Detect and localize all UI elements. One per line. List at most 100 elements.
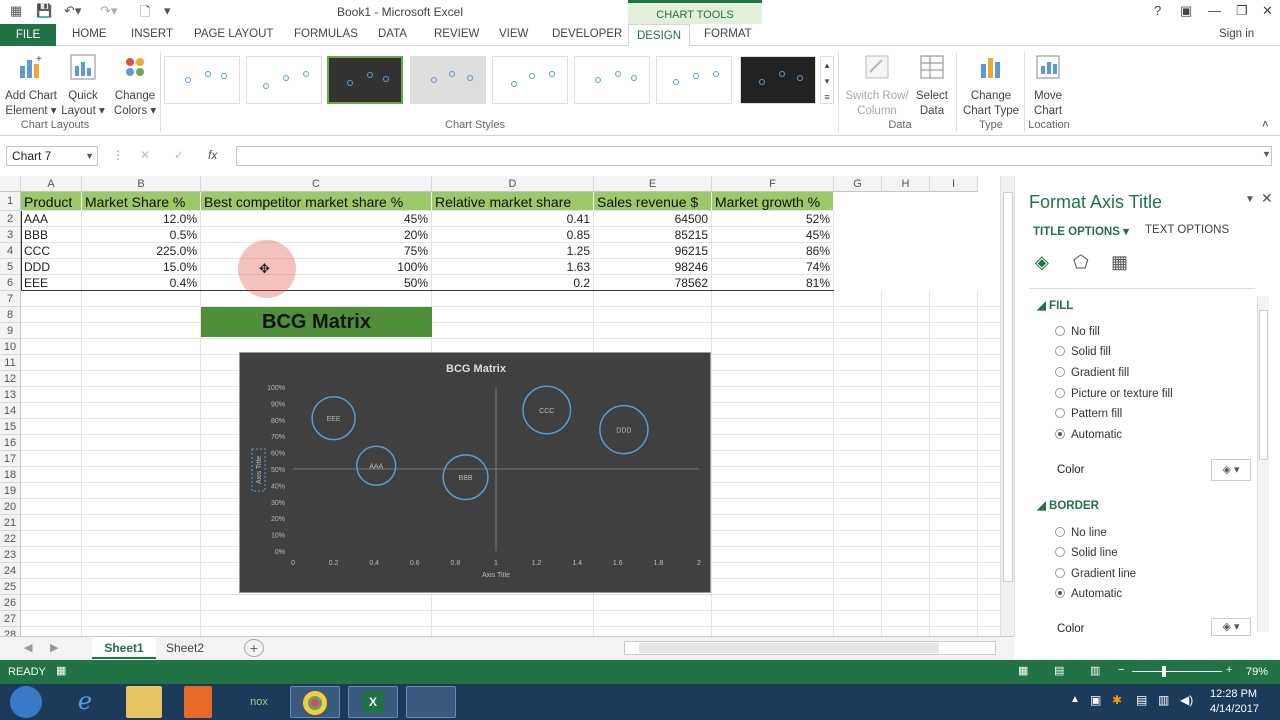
table-cell[interactable]: 45% <box>712 227 834 243</box>
table-cell[interactable]: 86% <box>712 243 834 259</box>
cancel-icon[interactable]: ✕ <box>140 148 150 162</box>
table-cell[interactable]: 0.85 <box>432 227 594 243</box>
row-header[interactable]: 20 <box>0 499 21 515</box>
table-cell[interactable]: CCC <box>21 243 82 259</box>
x-tick-label[interactable]: 0 <box>291 560 295 567</box>
y-tick-label[interactable]: 90% <box>271 401 285 408</box>
bubble-label[interactable]: CCC <box>539 408 554 415</box>
row-header[interactable]: 26 <box>0 595 21 611</box>
add-sheet-button[interactable]: + <box>244 639 264 657</box>
table-cell[interactable]: 225.0% <box>82 243 201 259</box>
radio-gradient-fill[interactable]: Gradient fill <box>1055 367 1129 379</box>
table-cell[interactable]: 0.5% <box>82 227 201 243</box>
table-cell[interactable]: 74% <box>712 259 834 275</box>
table-cell[interactable]: 12.0% <box>82 211 201 227</box>
radio-automatic-fill[interactable]: Automatic <box>1055 429 1122 441</box>
x-tick-label[interactable]: 0.4 <box>369 560 379 567</box>
nox-icon[interactable]: nox <box>234 686 284 718</box>
x-tick-label[interactable]: 0.6 <box>410 560 420 567</box>
worksheet-grid[interactable]: ABCDEFGHI 1 2 3 4 5 6 7 8 9 10 11 12 13 14 15 16 17 18 19 2… <box>0 176 1000 636</box>
tab-design[interactable]: DESIGN <box>628 24 690 47</box>
border-color-picker[interactable]: ◈ ▾ <box>1211 618 1251 636</box>
row-header[interactable]: 17 <box>0 451 21 467</box>
x-tick-label[interactable]: 1.4 <box>572 560 582 567</box>
fill-line-icon[interactable]: ◈ <box>1035 252 1049 273</box>
row-header[interactable]: 4 <box>0 243 21 259</box>
tab-title-options[interactable]: TITLE OPTIONS ▾ <box>1033 224 1129 238</box>
x-axis-title[interactable]: Axis Title <box>482 572 510 579</box>
table-cell[interactable]: 98246 <box>594 259 712 275</box>
taskbar-time[interactable]: 12:28 PM <box>1210 688 1257 700</box>
border-section-header[interactable]: ◢ BORDER <box>1037 498 1099 512</box>
column-header[interactable]: B <box>82 176 201 192</box>
y-tick-label[interactable]: 50% <box>271 467 285 474</box>
y-tick-label[interactable]: 70% <box>271 434 285 441</box>
x-tick-label[interactable]: 1 <box>494 560 498 567</box>
table-cell[interactable]: 75% <box>201 243 432 259</box>
chrome-icon[interactable] <box>290 686 340 718</box>
tab-insert[interactable]: INSERT <box>131 28 173 40</box>
normal-view-icon[interactable]: ▦ <box>1018 664 1028 677</box>
add-chart-element-button[interactable]: + Add Chart Element ▾ <box>4 52 58 119</box>
column-header[interactable]: C <box>201 176 432 192</box>
row-header[interactable]: 11 <box>0 355 21 371</box>
row-header[interactable]: 19 <box>0 483 21 499</box>
macro-record-icon[interactable]: ▦ <box>56 664 66 677</box>
enter-icon[interactable]: ✓ <box>174 148 184 162</box>
radio-automatic-line[interactable]: Automatic <box>1055 588 1122 600</box>
fill-section-header[interactable]: ◢ FILL <box>1037 298 1073 312</box>
y-tick-label[interactable]: 10% <box>271 533 285 540</box>
x-tick-label[interactable]: 1.6 <box>613 560 623 567</box>
internet-explorer-icon[interactable]: ℯ <box>60 686 110 718</box>
y-tick-label[interactable]: 100% <box>267 385 285 392</box>
zoom-slider-thumb[interactable] <box>1162 666 1166 677</box>
table-cell[interactable]: 1.25 <box>432 243 594 259</box>
tray-app-icon[interactable]: ▣ <box>1090 693 1101 707</box>
network-icon[interactable]: ▥ <box>1158 693 1169 707</box>
row-header[interactable]: 14 <box>0 403 21 419</box>
horizontal-scrollbar[interactable] <box>624 641 996 655</box>
chart-style-4[interactable] <box>410 56 486 104</box>
table-cell[interactable]: EEE <box>21 275 82 291</box>
tab-review[interactable]: REVIEW <box>434 28 479 40</box>
tab-page-layout[interactable]: PAGE LAYOUT <box>194 28 273 40</box>
bubble-label[interactable]: AAA <box>369 464 383 471</box>
restore-button[interactable]: ❐ <box>1236 3 1248 19</box>
row-header[interactable]: 8 <box>0 307 21 323</box>
radio-gradient-line[interactable]: Gradient line <box>1055 568 1136 580</box>
radio-no-fill[interactable]: No fill <box>1055 326 1100 338</box>
select-all-corner[interactable] <box>0 176 21 192</box>
minimize-button[interactable]: — <box>1208 3 1221 18</box>
row-header[interactable]: 23 <box>0 547 21 563</box>
tab-format[interactable]: FORMAT <box>704 28 752 40</box>
row-header[interactable]: 9 <box>0 323 21 339</box>
pane-options-chevron-icon[interactable]: ▼ <box>1245 194 1255 205</box>
ribbon-display-icon[interactable]: ▣ <box>1180 3 1192 19</box>
tab-data[interactable]: DATA <box>378 28 407 40</box>
table-cell[interactable]: 0.2 <box>432 275 594 291</box>
row-header[interactable]: 22 <box>0 531 21 547</box>
table-cell[interactable]: 52% <box>712 211 834 227</box>
table-cell[interactable]: 85215 <box>594 227 712 243</box>
bcg-matrix-banner[interactable]: BCG Matrix <box>201 307 432 337</box>
close-button[interactable]: ✕ <box>1262 3 1273 19</box>
h-scroll-thumb[interactable] <box>639 643 939 653</box>
insert-function-button[interactable]: fx <box>208 148 217 162</box>
file-explorer-icon[interactable] <box>126 686 162 718</box>
table-cell[interactable]: 100% <box>201 259 432 275</box>
y-axis-title[interactable]: Axis Title <box>256 456 263 484</box>
row-header[interactable]: 3 <box>0 227 21 243</box>
table-cell[interactable]: BBB <box>21 227 82 243</box>
sign-in-link[interactable]: Sign in <box>1219 28 1254 40</box>
table-header-cell[interactable]: Market Share % <box>82 192 201 211</box>
table-cell[interactable]: 1.63 <box>432 259 594 275</box>
table-cell[interactable]: DDD <box>21 259 82 275</box>
column-header[interactable]: E <box>594 176 712 192</box>
effects-pentagon-icon[interactable]: ⬠ <box>1073 252 1089 273</box>
column-header[interactable]: D <box>432 176 594 192</box>
tab-developer[interactable]: DEVELOPER <box>552 28 622 40</box>
chart-style-1[interactable] <box>164 56 240 104</box>
table-header-cell[interactable]: Sales revenue $ <box>594 192 712 211</box>
zoom-out-icon[interactable]: − <box>1118 664 1124 676</box>
excel-taskbar-icon[interactable]: X <box>348 686 398 718</box>
